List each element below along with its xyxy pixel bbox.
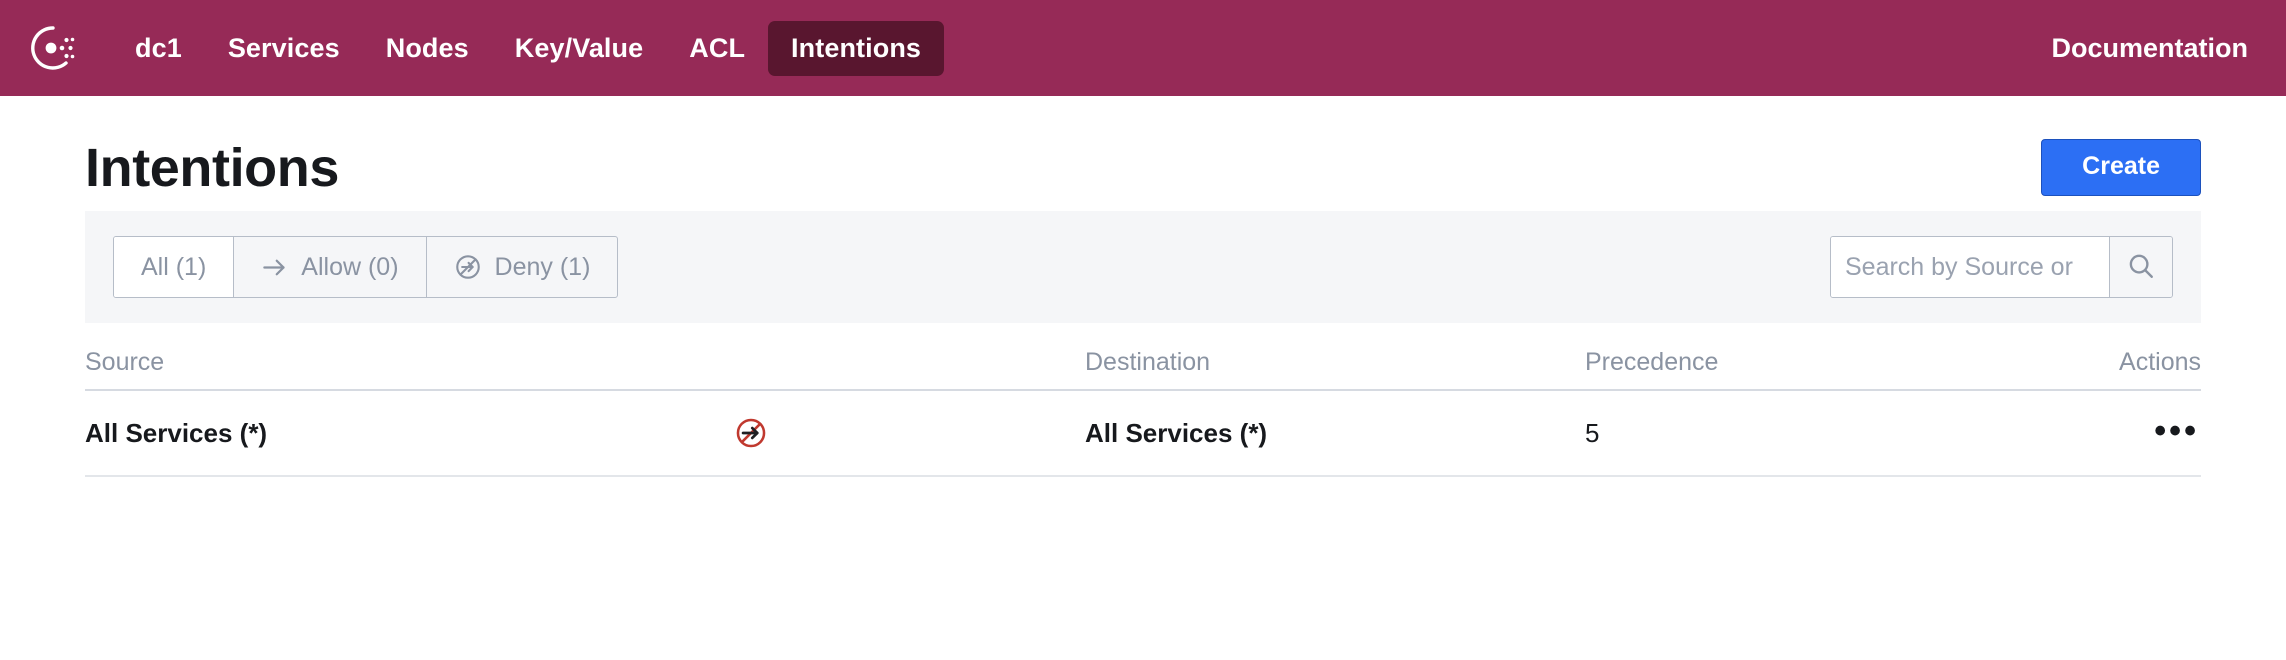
consul-logo-icon[interactable] [28,23,78,73]
documentation-link[interactable]: Documentation [2051,33,2248,64]
nav-link-acl[interactable]: ACL [666,21,768,76]
nav-link-nodes[interactable]: Nodes [363,21,492,76]
destination-service-label: All Services (*) [1085,417,1268,448]
deny-circle-icon [454,253,482,281]
filter-tab-deny-label: Deny (1) [494,252,591,281]
nav-link-intentions[interactable]: Intentions [768,20,945,76]
search-icon [2126,251,2156,284]
cell-destination: All Services (*) [1085,418,1585,449]
create-button[interactable]: Create [2041,138,2201,197]
column-header-destination[interactable]: Destination [1085,348,1585,389]
source-service-label: All Services (*) [85,417,268,448]
search-button[interactable] [2109,237,2172,297]
filter-tab-all-label: All (1) [141,252,207,281]
deny-arrow-icon [734,416,768,450]
primary-nav-links: dc1 Services Nodes Key/Value ACL Intenti… [112,20,945,76]
search-box [1830,236,2173,298]
column-header-source[interactable]: Source [85,348,1085,389]
nav-right-group: Documentation [2051,33,2248,64]
page-content: Intentions Create All (1) Allow (0) Deny… [0,96,2286,477]
row-actions-menu-icon[interactable]: ••• [2154,413,2201,448]
search-input[interactable] [1831,237,2109,297]
table-header-row: Source Destination Precedence Actions [85,323,2201,391]
page-title: Intentions [85,137,339,198]
top-navigation-bar: dc1 Services Nodes Key/Value ACL Intenti… [0,0,2286,96]
cell-source: All Services (*) [85,416,1085,450]
filter-tab-allow-label: Allow (0) [301,252,399,281]
filter-toolbar: All (1) Allow (0) Deny (1) Search by Sou… [85,211,2201,323]
filter-tab-allow[interactable]: Allow (0) [234,237,427,297]
nav-link-services[interactable]: Services [205,21,363,76]
filter-tab-all[interactable]: All (1) [114,237,235,297]
column-header-actions: Actions [2119,348,2201,376]
page-header: Intentions Create [85,96,2201,203]
nav-link-key-value[interactable]: Key/Value [492,21,666,76]
cell-precedence: 5 [1585,417,1600,448]
intent-filter-tabs: All (1) Allow (0) Deny (1) [113,236,619,298]
table-row[interactable]: All Services (*) All Services (*) 5 ••• [85,391,2201,477]
arrow-right-icon [261,254,288,281]
filter-tab-deny[interactable]: Deny (1) [427,237,618,297]
nav-link-datacenter[interactable]: dc1 [112,21,205,76]
intentions-table: Source Destination Precedence Actions Al… [85,323,2201,477]
column-header-precedence[interactable]: Precedence [1585,348,1975,389]
cell-actions: ••• [1975,413,2201,449]
